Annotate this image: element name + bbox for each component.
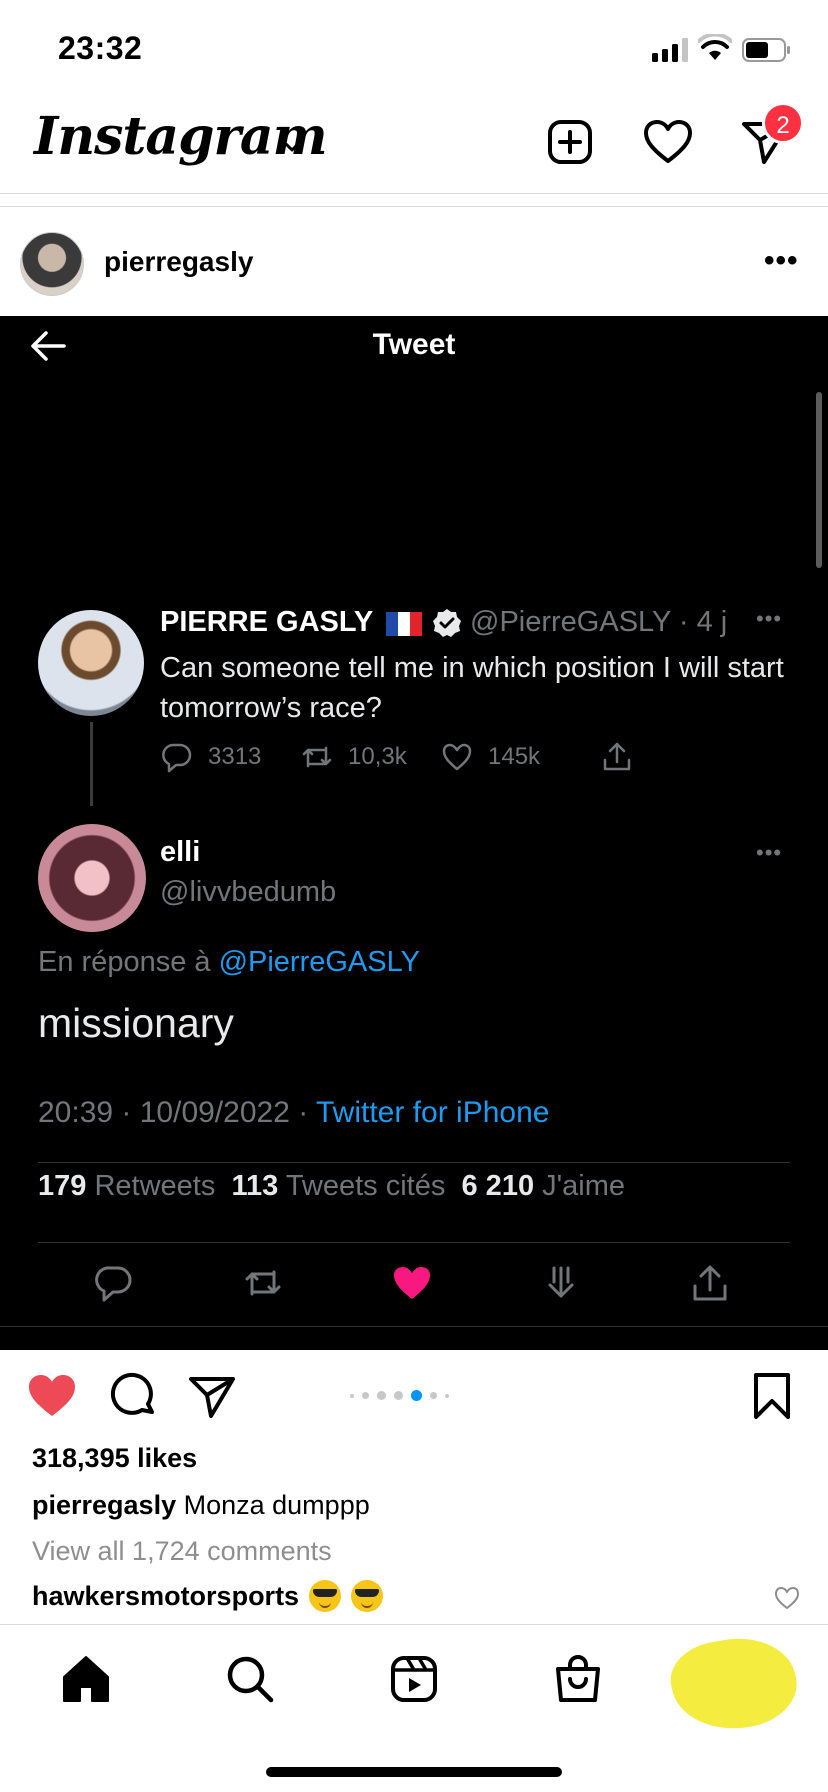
heart-icon[interactable] — [640, 114, 696, 170]
reply-icon — [162, 743, 192, 773]
reply-to-line: En réponse à @PierreGASLY — [38, 946, 420, 979]
share-icon — [603, 742, 631, 771]
reply-stats: 179 Retweets 113 Tweets cités 6 210 J'ai… — [38, 1170, 625, 1203]
view-all-comments-link[interactable]: View all 1,724 comments — [32, 1536, 332, 1567]
carousel-dot — [362, 1392, 369, 1399]
divider — [38, 1162, 790, 1163]
divider — [0, 1326, 828, 1327]
reply-author-handle: @livvbedumb — [160, 876, 337, 908]
reply-author-name: elli — [160, 836, 201, 868]
reply-author-avatar — [38, 824, 146, 932]
reels-icon[interactable] — [388, 1653, 440, 1705]
post-caption: pierregasly Monza dumppp — [32, 1490, 370, 1521]
liked-heart-icon — [394, 1267, 430, 1299]
scroll-indicator — [816, 392, 822, 568]
wifi-icon — [698, 34, 732, 60]
avatar[interactable] — [20, 232, 84, 296]
post-header: pierregasly ••• — [0, 212, 828, 316]
comment-preview: hawkersmotorsports — [32, 1580, 384, 1612]
likes-count[interactable]: 318,395 likes — [32, 1443, 197, 1474]
reply-timestamp: 20:39 · 10/09/2022 · — [38, 1096, 309, 1129]
retweet-icon — [302, 746, 332, 768]
more-options-icon[interactable]: ••• — [764, 244, 799, 278]
sunglasses-emoji-icon — [351, 1580, 384, 1612]
carousel-dot — [350, 1393, 354, 1398]
reply-count: 3313 — [160, 740, 261, 774]
quotes-count: 113 — [231, 1170, 279, 1202]
divider — [0, 206, 828, 207]
tweet-text: Can someone tell me in which position I … — [160, 652, 784, 724]
more-icon: ••• — [756, 606, 783, 631]
comment-username[interactable]: hawkersmotorsports — [32, 1581, 299, 1612]
post-image[interactable]: Tweet PIERRE GASLY @PierreGASLY · 4 j ••… — [0, 316, 828, 1350]
tweet-author-name: PIERRE GASLY — [160, 606, 374, 638]
tweet-screen-title: Tweet — [372, 328, 456, 361]
thread-line — [90, 722, 93, 806]
status-time: 23:32 — [58, 30, 143, 66]
quotes-label: Tweets cités — [285, 1170, 446, 1202]
verified-badge-icon — [433, 609, 461, 637]
tweet-author-handle: @PierreGASLY · 4 j — [470, 606, 728, 638]
home-indicator — [266, 1767, 562, 1777]
like-heart-icon[interactable] — [26, 1370, 78, 1422]
retweet-icon — [245, 1270, 281, 1296]
like-count-value: 145k — [488, 743, 541, 770]
reply-meta: 20:39 · 10/09/2022 · Twitter for iPhone — [38, 1096, 549, 1130]
carousel-dot — [377, 1391, 386, 1400]
carousel-dot — [430, 1392, 437, 1399]
carousel-indicator — [350, 1390, 449, 1401]
home-icon[interactable] — [60, 1653, 112, 1705]
caption-text: Monza dumppp — [183, 1490, 370, 1520]
post-username[interactable]: pierregasly — [104, 246, 253, 278]
bookmark-down-icon — [548, 1266, 574, 1298]
share-action — [600, 740, 634, 774]
reply-count-value: 3313 — [208, 743, 262, 770]
retweet-count: 10,3k — [300, 740, 407, 774]
reply-to-handle: @PierreGASLY — [218, 946, 420, 978]
profile-tab-redacted[interactable] — [665, 1628, 803, 1740]
dm-notification-badge: 2 — [762, 102, 804, 144]
sunglasses-emoji-icon — [309, 1580, 342, 1612]
reply-to-prefix: En réponse à — [38, 946, 211, 978]
retweets-count: 179 — [38, 1170, 87, 1202]
share-icon — [693, 1265, 727, 1301]
more-icon: ••• — [756, 840, 783, 865]
search-icon[interactable] — [224, 1653, 276, 1705]
bottom-navigation — [0, 1624, 828, 1792]
reply-source: Twitter for iPhone — [316, 1096, 550, 1129]
chevron-down-icon[interactable] — [278, 134, 306, 158]
retweets-label: Retweets — [94, 1170, 216, 1202]
battery-icon — [742, 38, 790, 62]
carousel-dot — [394, 1391, 403, 1400]
reply-text: missionary — [38, 1000, 234, 1046]
comment-like-icon[interactable] — [774, 1586, 800, 1610]
cellular-signal-icon — [652, 38, 688, 62]
post-actions — [0, 1350, 828, 1442]
like-icon — [442, 743, 472, 771]
likes-label: J'aime — [542, 1170, 626, 1202]
shop-icon[interactable] — [552, 1653, 604, 1705]
carousel-dot-active — [411, 1390, 422, 1401]
bookmark-icon[interactable] — [746, 1370, 798, 1422]
tweet-author-avatar — [38, 610, 144, 716]
reply-icon — [95, 1266, 132, 1302]
tweet-mini-actions: 3313 10,3k 145k — [160, 740, 720, 780]
share-icon[interactable] — [186, 1370, 238, 1422]
like-count: 145k — [440, 740, 540, 774]
divider — [38, 1242, 790, 1243]
new-post-icon[interactable] — [542, 114, 598, 170]
reply-actions — [0, 1262, 828, 1314]
caption-username[interactable]: pierregasly — [32, 1490, 176, 1520]
app-header: Instagram 2 — [0, 96, 828, 194]
status-bar: 23:32 — [0, 0, 828, 96]
retweet-count-value: 10,3k — [348, 743, 407, 770]
carousel-dot — [445, 1393, 449, 1398]
likes-count: 6 210 — [461, 1170, 535, 1202]
france-flag-icon — [386, 612, 422, 636]
comment-icon[interactable] — [108, 1370, 160, 1422]
